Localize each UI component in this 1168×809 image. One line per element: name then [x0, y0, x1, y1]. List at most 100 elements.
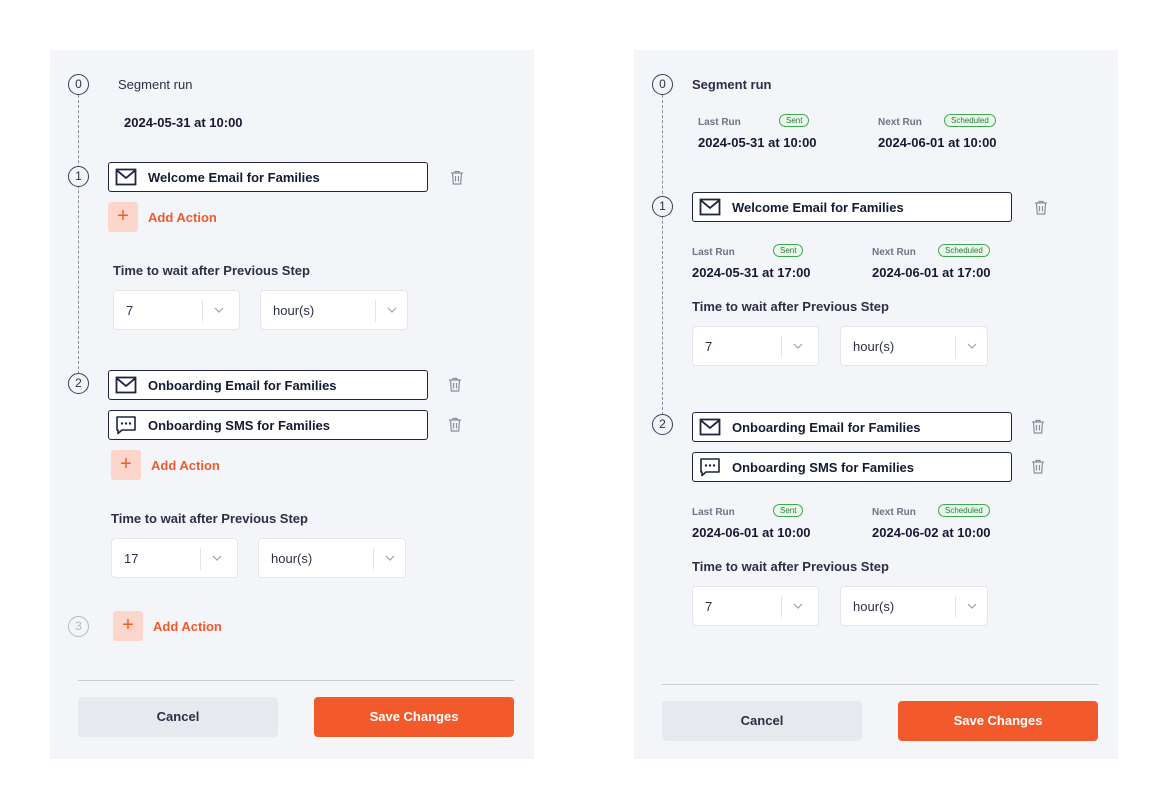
select-divider	[955, 336, 956, 358]
status-badge-sent: Sent	[773, 244, 804, 257]
status-badge-sent: Sent	[773, 504, 804, 517]
timeline-connector	[662, 95, 663, 415]
cancel-button[interactable]: Cancel	[662, 701, 862, 741]
trash-icon[interactable]	[448, 417, 462, 432]
wait-value-select[interactable]: 7	[692, 326, 819, 366]
action-label: Onboarding Email for Families	[148, 378, 337, 393]
next-run-label: Next Run	[872, 247, 916, 258]
workflow-panel-editing: 0 Segment run 2024-05-31 at 10:00 1 Welc…	[50, 50, 534, 759]
sms-icon	[116, 416, 136, 435]
select-divider	[781, 596, 782, 618]
wait-unit-select[interactable]: hour(s)	[840, 586, 988, 626]
next-run-label: Next Run	[878, 117, 922, 128]
add-action-button[interactable]: +	[113, 611, 143, 641]
action-label: Onboarding SMS for Families	[148, 418, 331, 433]
wait-value-select[interactable]: 7	[113, 290, 240, 330]
select-divider	[955, 596, 956, 618]
segment-run-date: 2024-05-31 at 10:00	[124, 115, 243, 130]
select-value: hour(s)	[271, 551, 313, 566]
last-run-label: Last Run	[698, 117, 741, 128]
step-number-1: 1	[68, 166, 89, 187]
last-run-date: 2024-06-01 at 10:00	[692, 525, 811, 540]
next-run-label: Next Run	[872, 507, 916, 518]
status-badge-scheduled: Scheduled	[938, 244, 990, 257]
segment-run-title: Segment run	[118, 77, 193, 92]
action-onboarding-sms[interactable]: Onboarding SMS for Families	[108, 410, 428, 440]
step-number-0: 0	[652, 74, 673, 95]
wait-value-select[interactable]: 7	[692, 586, 819, 626]
next-run-date: 2024-06-02 at 10:00	[872, 525, 991, 540]
timeline-connector	[78, 95, 79, 374]
chevron-down-icon	[212, 555, 222, 561]
select-value: hour(s)	[273, 303, 315, 318]
segment-run-title: Segment run	[692, 77, 772, 92]
trash-icon[interactable]	[448, 377, 462, 392]
chevron-down-icon	[967, 343, 977, 349]
workflow-panel-status: 0 Segment run Last Run Sent 2024-05-31 a…	[634, 50, 1118, 759]
select-value: hour(s)	[853, 599, 895, 614]
wait-time-label: Time to wait after Previous Step	[692, 299, 889, 314]
wait-time-label: Time to wait after Previous Step	[113, 263, 310, 278]
chevron-down-icon	[214, 307, 224, 313]
action-label: Onboarding SMS for Families	[732, 460, 915, 475]
last-run-label: Last Run	[692, 247, 735, 258]
action-onboarding-sms[interactable]: Onboarding SMS for Families	[692, 452, 1012, 482]
wait-unit-select[interactable]: hour(s)	[258, 538, 406, 578]
next-run-date: 2024-06-01 at 10:00	[878, 135, 997, 150]
select-divider	[375, 300, 376, 322]
save-changes-button[interactable]: Save Changes	[898, 701, 1098, 741]
next-run-date: 2024-06-01 at 17:00	[872, 265, 991, 280]
action-onboarding-email[interactable]: Onboarding Email for Families	[692, 412, 1012, 442]
save-changes-button[interactable]: Save Changes	[314, 697, 514, 737]
status-badge-sent: Sent	[779, 114, 810, 127]
add-action-label[interactable]: Add Action	[153, 619, 222, 634]
add-action-label[interactable]: Add Action	[148, 210, 217, 225]
step-number-3: 3	[68, 616, 89, 637]
select-value: 7	[705, 599, 713, 614]
wait-unit-select[interactable]: hour(s)	[840, 326, 988, 366]
last-run-label: Last Run	[692, 507, 735, 518]
chevron-down-icon	[793, 343, 803, 349]
email-icon	[115, 168, 137, 186]
action-label: Welcome Email for Families	[148, 170, 320, 185]
trash-icon[interactable]	[1034, 200, 1048, 215]
select-divider	[781, 336, 782, 358]
status-badge-scheduled: Scheduled	[944, 114, 996, 127]
email-icon	[699, 418, 721, 436]
wait-value-select[interactable]: 17	[111, 538, 238, 578]
status-badge-scheduled: Scheduled	[938, 504, 990, 517]
wait-time-label: Time to wait after Previous Step	[111, 511, 308, 526]
trash-icon[interactable]	[1031, 459, 1045, 474]
wait-unit-select[interactable]: hour(s)	[260, 290, 408, 330]
add-action-button[interactable]: +	[111, 450, 141, 480]
action-label: Welcome Email for Families	[732, 200, 904, 215]
step-number-2: 2	[652, 414, 673, 435]
add-action-button[interactable]: +	[108, 202, 138, 232]
add-action-label[interactable]: Add Action	[151, 458, 220, 473]
trash-icon[interactable]	[450, 170, 464, 185]
chevron-down-icon	[385, 555, 395, 561]
last-run-date: 2024-05-31 at 17:00	[692, 265, 811, 280]
footer-divider	[662, 684, 1098, 685]
cancel-button[interactable]: Cancel	[78, 697, 278, 737]
trash-icon[interactable]	[1031, 419, 1045, 434]
select-value: 17	[124, 551, 139, 566]
chevron-down-icon	[793, 603, 803, 609]
action-welcome-email[interactable]: Welcome Email for Families	[692, 192, 1012, 222]
chevron-down-icon	[387, 307, 397, 313]
step-number-2: 2	[68, 373, 89, 394]
wait-time-label: Time to wait after Previous Step	[692, 559, 889, 574]
select-divider	[200, 548, 201, 570]
select-divider	[373, 548, 374, 570]
select-value: 7	[705, 339, 713, 354]
last-run-date: 2024-05-31 at 10:00	[698, 135, 817, 150]
action-label: Onboarding Email for Families	[732, 420, 921, 435]
select-value: 7	[126, 303, 134, 318]
action-welcome-email[interactable]: Welcome Email for Families	[108, 162, 428, 192]
sms-icon	[700, 458, 720, 477]
chevron-down-icon	[967, 603, 977, 609]
step-number-0: 0	[68, 74, 89, 95]
email-icon	[699, 198, 721, 216]
action-onboarding-email[interactable]: Onboarding Email for Families	[108, 370, 428, 400]
footer-divider	[78, 680, 514, 681]
